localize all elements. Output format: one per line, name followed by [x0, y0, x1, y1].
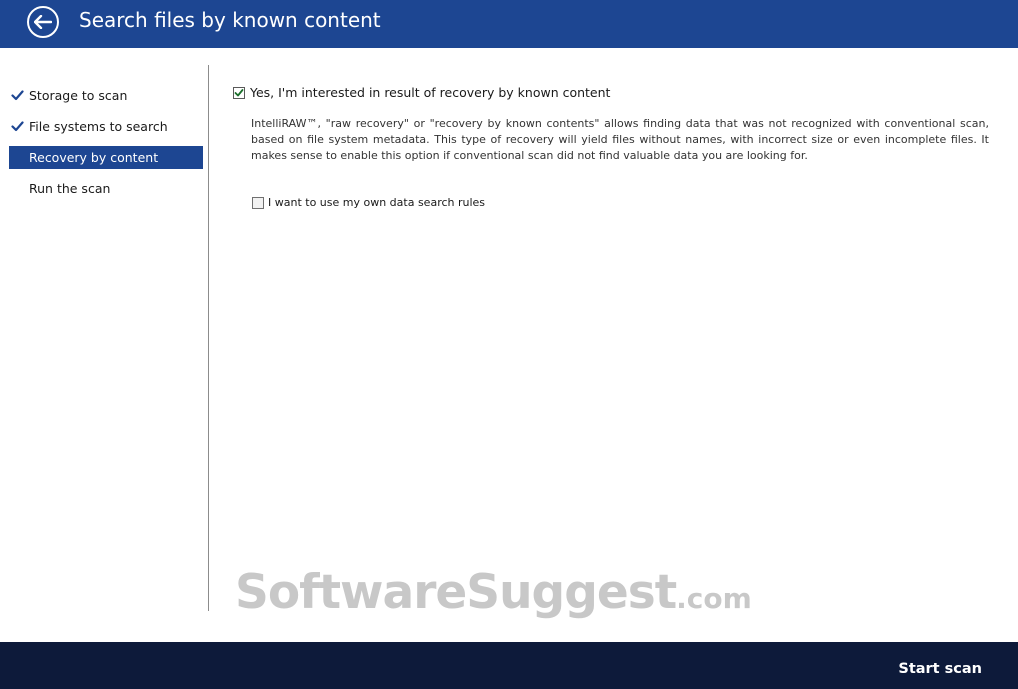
checkmark-icon [11, 120, 24, 133]
step-recovery-by-content[interactable]: Recovery by content [9, 146, 203, 169]
step-label: Recovery by content [29, 150, 159, 165]
step-label: Storage to scan [29, 88, 128, 103]
own-rules-checkbox[interactable] [252, 196, 264, 209]
watermark: SoftwareSuggest.com [235, 563, 752, 629]
own-rules-checkbox-row[interactable]: I want to use my own data search rules [252, 196, 485, 209]
sidebar-divider [208, 65, 209, 611]
interest-checkbox[interactable] [233, 86, 245, 99]
footer-bar: Start scan [0, 642, 1018, 689]
checkmark-icon [234, 88, 244, 98]
step-label: Run the scan [29, 181, 111, 196]
step-storage-to-scan[interactable]: Storage to scan [9, 84, 203, 107]
arrow-left-icon [34, 15, 52, 29]
app-window: Search files by known content Storage to… [0, 0, 1018, 689]
page-title: Search files by known content [79, 8, 381, 32]
step-label: File systems to search [29, 119, 168, 134]
watermark-tld: .com [676, 582, 752, 615]
step-file-systems[interactable]: File systems to search [9, 115, 203, 138]
checkmark-icon [11, 89, 24, 102]
start-scan-button[interactable]: Start scan [898, 661, 982, 677]
step-run-the-scan[interactable]: Run the scan [9, 177, 203, 200]
header-bar: Search files by known content [0, 0, 1018, 48]
watermark-name: SoftwareSuggest [235, 565, 677, 620]
own-rules-checkbox-label: I want to use my own data search rules [268, 196, 486, 209]
interest-checkbox-label: Yes, I'm interested in result of recover… [250, 85, 611, 100]
interest-checkbox-row[interactable]: Yes, I'm interested in result of recover… [233, 85, 610, 100]
description-text: IntelliRAW™, "raw recovery" or "recovery… [251, 117, 989, 162]
back-button[interactable] [27, 6, 59, 38]
